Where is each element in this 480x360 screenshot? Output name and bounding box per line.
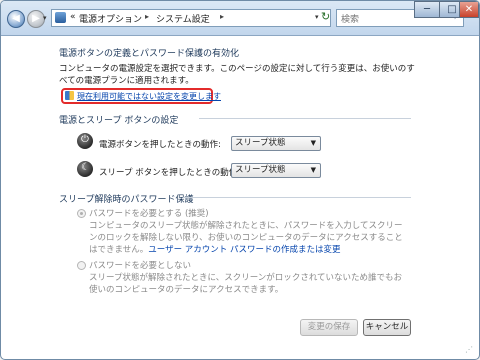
minimize-button[interactable]: ─ [414,1,440,18]
chevron-down-icon: ▼ [310,166,316,174]
control-panel-icon [55,12,66,23]
arrow-left-icon: ◀ [12,13,20,24]
require-password-label[interactable]: パスワードを必要とする (推奨) [89,207,209,219]
address-bar[interactable]: « 電源オプション ▸ システム設定 ▸ [51,9,331,27]
control-panel-window: ◀ ▶ ▾ « 電源オプション ▸ システム設定 ▸ ▾ ↻ 検索 ⌕ ─ □ … [0,0,480,360]
breadcrumb-prefix[interactable]: « [70,12,76,22]
breadcrumb-item-system-settings[interactable]: システム設定 [156,12,210,25]
sleep-icon: ☾ [77,161,93,177]
chevron-down-icon: ▼ [310,139,316,147]
require-password-description: コンピュータのスリープ状態が解除されたときに、パスワードを入力してスクリーンのロ… [89,220,409,256]
breadcrumb-separator-icon[interactable]: ▸ [220,12,224,21]
resize-grip-icon[interactable]: ⋰ [465,345,473,354]
navigation-toolbar: ◀ ▶ ▾ « 電源オプション ▸ システム設定 ▸ ▾ ↻ 検索 ⌕ ─ □ … [1,1,479,36]
no-password-description: スリープ状態が解除されたときに、スクリーンがロックされていないため誰でもお使いの… [89,273,403,295]
change-unavailable-settings-link[interactable]: 現在利用可能ではない設定を変更します [77,91,221,102]
recent-pages-dropdown[interactable]: ▾ [43,14,47,22]
require-password-radio[interactable] [77,209,86,218]
breadcrumb-separator-icon[interactable]: ▸ [145,12,149,21]
sleep-button-label: スリープ ボタンを押したときの動作: [99,168,241,178]
section-divider [199,118,411,119]
arrow-right-icon: ▶ [32,13,40,24]
refresh-icon[interactable]: ↻ [321,10,330,23]
create-password-link[interactable]: ユーザー アカウント パスワードの作成または変更 [148,245,340,255]
power-icon: ⏻ [77,133,93,149]
save-button[interactable]: 変更の保存 [300,319,358,336]
cancel-button[interactable]: キャンセル [363,319,411,336]
password-section-title: スリープ解除時のパスワード保護 [59,195,194,205]
breadcrumb-item-power-options[interactable]: 電源オプション [79,12,142,25]
shield-icon [65,91,74,100]
section-divider [183,197,411,198]
power-button-action-value: スリープ状態 [235,138,286,148]
sleep-button-action-select[interactable]: スリープ状態 ▼ [231,163,321,178]
sleep-button-action-value: スリープ状態 [235,165,286,175]
power-button-label: 電源ボタンを押したときの動作: [99,140,221,150]
search-placeholder: 検索 [341,15,360,25]
page-description: コンピュータの電源設定を選択できます。このページの設定に対して行う変更は、お使い… [59,64,415,86]
power-button-action-select[interactable]: スリープ状態 ▼ [231,136,321,151]
no-password-radio[interactable] [77,261,86,270]
back-button[interactable]: ◀ [7,10,25,28]
page-heading: 電源ボタンの定義とパスワード保護の有効化 [59,49,240,59]
no-password-label[interactable]: パスワードを必要としない [89,259,191,271]
address-dropdown-icon[interactable]: ▾ [315,13,319,21]
close-button[interactable]: ✕ [459,1,479,18]
power-section-title: 電源とスリープ ボタンの設定 [59,116,179,126]
